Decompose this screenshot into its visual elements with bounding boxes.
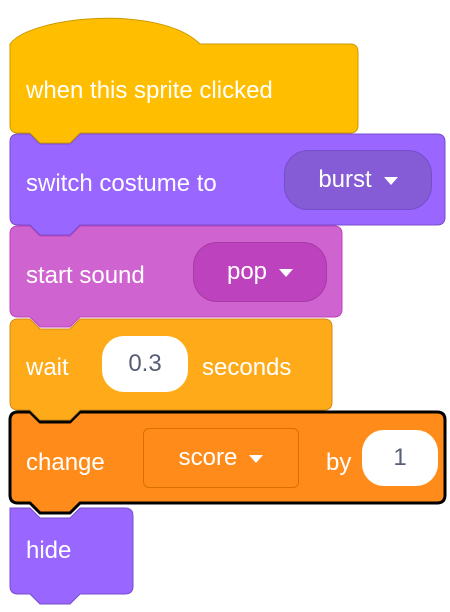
costume-dropdown[interactable]: burst — [284, 150, 432, 210]
variable-dropdown[interactable]: score — [143, 428, 299, 488]
sound-dropdown[interactable]: pop — [193, 242, 327, 302]
by-label: by — [326, 449, 352, 476]
chevron-down-icon — [383, 177, 398, 185]
hide-label: hide — [26, 537, 72, 564]
wait-label: wait — [26, 354, 69, 381]
hat-block-label: when this sprite clicked — [26, 77, 273, 104]
costume-dropdown-value: burst — [318, 166, 372, 193]
change-amount-input[interactable]: 1 — [362, 430, 438, 486]
chevron-down-icon — [279, 269, 294, 277]
sound-dropdown-value: pop — [226, 258, 268, 285]
chevron-down-icon — [249, 455, 264, 463]
wait-seconds-input[interactable]: 0.3 — [102, 336, 188, 392]
script-canvas: when this sprite clicked switch costume … — [0, 0, 450, 612]
switch-costume-label: switch costume to — [26, 170, 217, 197]
variable-dropdown-value: score — [178, 444, 238, 471]
change-label: change — [26, 449, 105, 476]
seconds-label: seconds — [202, 354, 292, 381]
start-sound-label: start sound — [26, 262, 145, 289]
